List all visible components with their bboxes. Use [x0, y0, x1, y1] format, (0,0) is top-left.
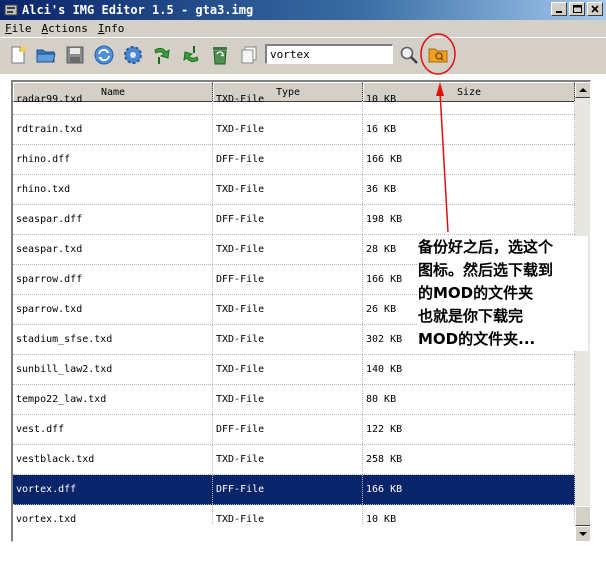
- settings-button[interactable]: [121, 43, 145, 67]
- export-icon: [183, 46, 199, 63]
- arrow-down-icon: [579, 532, 587, 536]
- scroll-down-button[interactable]: [575, 526, 590, 541]
- annotation-line: 图标。然后选下载到: [418, 261, 554, 279]
- save-icon: [66, 46, 84, 64]
- menu-info[interactable]: Info: [93, 21, 130, 37]
- close-icon: [591, 5, 599, 13]
- window-title: Alci's IMG Editor 1.5 - gta3.img: [22, 3, 254, 17]
- open-folder-icon: [36, 49, 56, 63]
- open-mod-folder-button[interactable]: [426, 43, 450, 67]
- refresh-icon: [94, 45, 114, 65]
- table-row[interactable]: sunbill_law2.txd TXD-File 140 KB: [13, 355, 575, 385]
- scroll-thumb[interactable]: [575, 506, 590, 526]
- table-row[interactable]: rdtrain.txd TXD-File 16 KB: [13, 115, 575, 145]
- toolbar: [0, 37, 606, 74]
- delete-icon: [213, 47, 227, 65]
- annotation-text: 备份好之后，选这个 图标。然后选下载到 的MOD的文件夹 也就是你下载完 MOD…: [418, 236, 588, 351]
- maximize-icon: [572, 5, 582, 13]
- menu-bar: File Actions Info: [0, 20, 606, 37]
- import-button[interactable]: [150, 43, 174, 67]
- refresh-button[interactable]: [92, 43, 116, 67]
- minimize-button[interactable]: [551, 2, 567, 16]
- table-row[interactable]: rhino.txd TXD-File 36 KB: [13, 175, 575, 205]
- open-mod-folder-icon: [428, 48, 448, 63]
- search-input[interactable]: [265, 44, 393, 64]
- scroll-up-button[interactable]: [575, 82, 590, 98]
- copy-icon: [241, 46, 257, 64]
- table-row[interactable]: seaspar.dff DFF-File 198 KB: [13, 205, 575, 235]
- new-file-icon: [11, 46, 26, 64]
- annotation-line: 的MOD的文件夹: [418, 284, 534, 302]
- menu-file[interactable]: File: [0, 21, 37, 37]
- app-icon: [4, 4, 18, 16]
- save-button[interactable]: [63, 43, 87, 67]
- annotation-line: MOD的文件夹...: [418, 330, 536, 348]
- search-icon: [400, 46, 418, 64]
- delete-button[interactable]: [208, 43, 232, 67]
- table-row[interactable]: vestblack.txd TXD-File 258 KB: [13, 445, 575, 475]
- search-button[interactable]: [397, 43, 421, 67]
- annotation-line: 备份好之后，选这个: [418, 238, 554, 256]
- table-row[interactable]: tempo22_law.txd TXD-File 80 KB: [13, 385, 575, 415]
- table-row[interactable]: rhino.dff DFF-File 166 KB: [13, 145, 575, 175]
- close-button[interactable]: [587, 2, 603, 16]
- arrow-up-icon: [579, 88, 587, 92]
- table-row-selected[interactable]: vortex.dff DFF-File 166 KB: [13, 475, 575, 505]
- annotation-line: 也就是你下载完: [418, 307, 524, 325]
- maximize-button[interactable]: [569, 2, 585, 16]
- import-icon: [154, 47, 170, 64]
- table-row[interactable]: radar99.txd TXD-File 10 KB: [13, 85, 575, 115]
- open-button[interactable]: [34, 43, 58, 67]
- title-bar[interactable]: Alci's IMG Editor 1.5 - gta3.img: [0, 0, 606, 20]
- export-button[interactable]: [179, 43, 203, 67]
- table-row[interactable]: vortex.txd TXD-File 10 KB: [13, 505, 575, 525]
- settings-icon: [124, 46, 142, 64]
- menu-actions[interactable]: Actions: [37, 21, 93, 37]
- new-file-button[interactable]: [6, 43, 30, 67]
- minimize-icon: [556, 11, 562, 13]
- copy-button[interactable]: [237, 43, 261, 67]
- table-row[interactable]: vest.dff DFF-File 122 KB: [13, 415, 575, 445]
